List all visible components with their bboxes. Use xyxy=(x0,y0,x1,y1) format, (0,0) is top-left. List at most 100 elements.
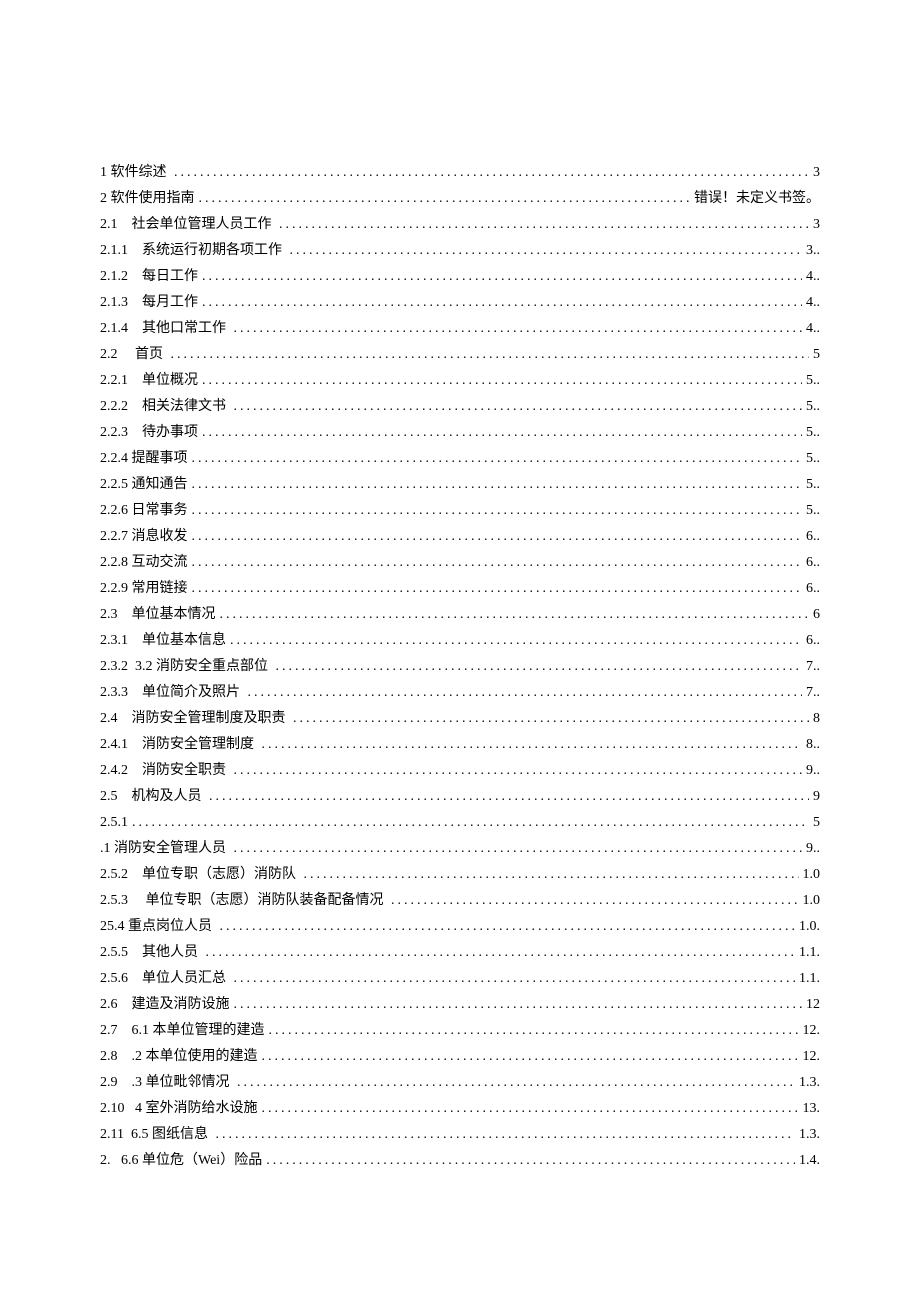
toc-label: 2 软件使用指南 xyxy=(100,186,195,212)
toc-page: 12. xyxy=(803,1018,821,1044)
toc-label: 2.5.1 xyxy=(100,810,128,836)
toc-entry: 2.5.1 5 xyxy=(100,810,820,836)
toc-page: 7.. xyxy=(806,680,820,706)
toc-dots xyxy=(304,862,799,888)
toc-entry: 2.3 单位基本情况 6 xyxy=(100,602,820,628)
toc-page: 8 xyxy=(813,706,820,732)
toc-label: 2.5.5 其他人员 xyxy=(100,940,202,966)
toc-entry: 25.4 重点岗位人员 1.0. xyxy=(100,914,820,940)
toc-page: 4.. xyxy=(806,290,820,316)
toc-label: 2.1 社会单位管理人员工作 xyxy=(100,212,275,238)
toc-dots xyxy=(234,966,796,992)
toc-label: 2.9 .3 单位毗邻情况 xyxy=(100,1070,233,1096)
toc-dots xyxy=(220,602,810,628)
toc-dots xyxy=(192,576,803,602)
toc-page: 1.0 xyxy=(803,862,821,888)
toc-entry: 2.5 机构及人员 9 xyxy=(100,784,820,810)
toc-dots xyxy=(266,1148,795,1174)
toc-label: 2.10 4 室外消防给水设施 xyxy=(100,1096,258,1122)
toc-page: 6.. xyxy=(806,524,820,550)
toc-entry: 2.2.1 单位概况 5.. xyxy=(100,368,820,394)
toc-dots xyxy=(279,212,809,238)
toc-page: 5.. xyxy=(806,498,820,524)
toc-label: 2.2.7 消息收发 xyxy=(100,524,188,550)
toc-entry: 2.8 .2 本单位使用的建造 12. xyxy=(100,1044,820,1070)
toc-page: 6 xyxy=(813,602,820,628)
toc-dots xyxy=(215,1122,795,1148)
toc-dots xyxy=(202,368,802,394)
toc-page: 1.3. xyxy=(799,1122,820,1148)
toc-label: 1 软件综述 xyxy=(100,160,170,186)
toc-dots xyxy=(202,290,802,316)
toc-dots xyxy=(234,316,803,342)
toc-label: 2.8 .2 本单位使用的建造 xyxy=(100,1044,258,1070)
toc-entry: 2.4 消防安全管理制度及职责 8 xyxy=(100,706,820,732)
toc-entry: 2.11 6.5 图纸信息 1.3. xyxy=(100,1122,820,1148)
toc-page: 1.1. xyxy=(799,940,820,966)
toc-dots xyxy=(174,160,809,186)
toc-dots xyxy=(230,628,802,654)
toc-page: 5 xyxy=(813,810,820,836)
toc-entry: 2.2.4 提醒事项 5.. xyxy=(100,446,820,472)
toc-dots xyxy=(276,654,803,680)
toc-page: 6.. xyxy=(806,628,820,654)
toc-dots xyxy=(202,420,802,446)
toc-page: 4.. xyxy=(806,264,820,290)
toc-page: 12 xyxy=(806,992,820,1018)
toc-dots xyxy=(234,836,803,862)
toc-label: 25.4 重点岗位人员 xyxy=(100,914,216,940)
toc-page: 1.1. xyxy=(799,966,820,992)
toc-dots xyxy=(192,524,803,550)
toc-entry: 2.5.2 单位专职（志愿）消防队 1.0 xyxy=(100,862,820,888)
toc-entry: 2.2.6 日常事务 5.. xyxy=(100,498,820,524)
toc-entry: 2.2.5 通知通告 5.. xyxy=(100,472,820,498)
toc-dots xyxy=(248,680,803,706)
toc-label: 2.2.6 日常事务 xyxy=(100,498,188,524)
toc-dots xyxy=(132,810,809,836)
toc-entry: 2.1.3 每月工作 4.. xyxy=(100,290,820,316)
toc-label: 2.3.2 3.2 消防安全重点部位 xyxy=(100,654,272,680)
toc-entry: 2.2.2 相关法律文书 5.. xyxy=(100,394,820,420)
toc-label: 2.2.1 单位概况 xyxy=(100,368,198,394)
toc-entry: 2.5.5 其他人员 1.1. xyxy=(100,940,820,966)
toc-page: 6.. xyxy=(806,576,820,602)
toc-entry: 2.1 社会单位管理人员工作 3 xyxy=(100,212,820,238)
toc-dots xyxy=(234,394,803,420)
toc-entry: 2.1.4 其他口常工作 4.. xyxy=(100,316,820,342)
toc-entry: 2.9 .3 单位毗邻情况 1.3. xyxy=(100,1070,820,1096)
toc-label: 2.3 单位基本情况 xyxy=(100,602,216,628)
toc-label: 2.2.8 互动交流 xyxy=(100,550,188,576)
toc-page: 8.. xyxy=(806,732,820,758)
toc-dots xyxy=(192,498,803,524)
toc-entry: 2.2.9 常用链接 6.. xyxy=(100,576,820,602)
toc-entry: 2.6 建造及消防设施 12 xyxy=(100,992,820,1018)
toc-page: 6.. xyxy=(806,550,820,576)
toc-entry: 2.3.1 单位基本信息 6.. xyxy=(100,628,820,654)
toc-dots xyxy=(262,732,803,758)
toc-dots xyxy=(262,1044,799,1070)
toc-entry: 1 软件综述 3 xyxy=(100,160,820,186)
toc-entry: 2 软件使用指南 错误！未定义书签。 xyxy=(100,186,820,212)
toc-page: 7.. xyxy=(806,654,820,680)
toc-page: 12. xyxy=(803,1044,821,1070)
toc-entry: 2.10 4 室外消防给水设施 13. xyxy=(100,1096,820,1122)
toc-entry: 2. 6.6 单位危（Wei）险品 1.4. xyxy=(100,1148,820,1174)
toc-page: 1.0 xyxy=(803,888,821,914)
toc-dots xyxy=(209,784,809,810)
table-of-contents: 1 软件综述 3 2 软件使用指南 错误！未定义书签。 2.1 社会单位管理人员… xyxy=(100,160,820,1174)
toc-page: 5 xyxy=(813,342,820,368)
toc-page: 3 xyxy=(813,212,820,238)
toc-page: 3.. xyxy=(806,238,820,264)
toc-entry: .1 消防安全管理人员 9.. xyxy=(100,836,820,862)
toc-label: .1 消防安全管理人员 xyxy=(100,836,230,862)
toc-dots xyxy=(220,914,796,940)
toc-label: 2.2.2 相关法律文书 xyxy=(100,394,230,420)
page-container: 1 软件综述 3 2 软件使用指南 错误！未定义书签。 2.1 社会单位管理人员… xyxy=(0,0,920,1274)
toc-dots xyxy=(234,992,803,1018)
toc-page: 13. xyxy=(803,1096,821,1122)
toc-label: 2.1.1 系统运行初期各项工作 xyxy=(100,238,286,264)
toc-dots xyxy=(192,472,803,498)
toc-dots xyxy=(202,264,802,290)
toc-label: 2.4 消防安全管理制度及职责 xyxy=(100,706,289,732)
toc-label: 2.11 6.5 图纸信息 xyxy=(100,1122,211,1148)
